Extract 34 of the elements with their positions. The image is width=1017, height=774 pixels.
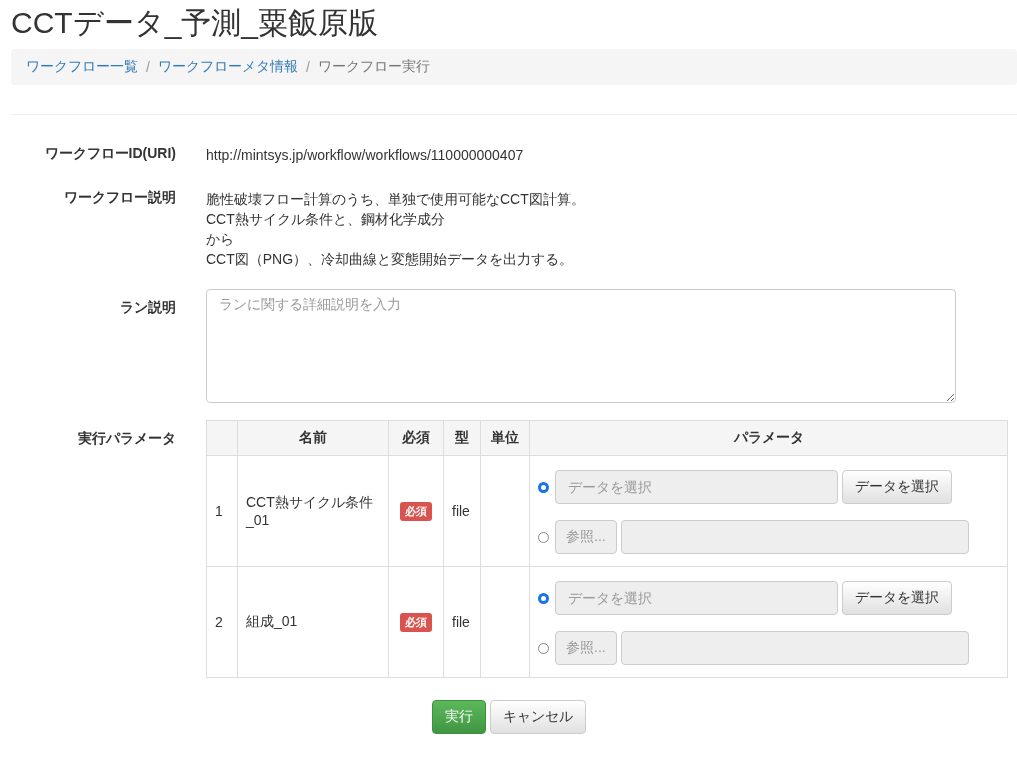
radio-button[interactable] (538, 481, 549, 493)
required-badge: 必須 (400, 501, 432, 521)
browse-button[interactable]: 参照... (555, 520, 617, 554)
run-button[interactable]: 実行 (432, 700, 486, 734)
table-cell: file (443, 566, 481, 678)
table-cell: CCT熱サイクル条件_01 (237, 455, 389, 567)
column-header: パラメータ (529, 420, 1008, 456)
description-text: 脆性破壊フロー計算のうち、単独で使用可能なCCT図計算。 CCT熱サイクル条件と、鋼材化学成分 から CCT図（PNG）、冷却曲線と変態開始データを出力する。 (206, 190, 585, 269)
workflow-id-text: http://mintsys.jp/workflow/workflows/110000000407 (206, 146, 524, 165)
table-cell: 1 (206, 455, 238, 567)
run-description-field[interactable]: ランに関する詳細説明を入力 (206, 289, 956, 403)
table-cell: 2 (206, 566, 238, 678)
required-badge: 必須 (400, 612, 432, 632)
column-header: 型 (443, 420, 481, 456)
field-label: ワークフローID(URI) (43, 144, 176, 163)
page-title: CCTデータ_予測_粟飯原版 (11, 5, 380, 41)
select-data-button[interactable]: データを選択 (842, 470, 952, 504)
select-data-button[interactable]: データを選択 (842, 581, 952, 615)
column-header: 名前 (237, 420, 389, 456)
breadcrumb-separator: / (146, 59, 150, 75)
field-label: ワークフロー説明 (63, 188, 176, 207)
table-cell: 組成_01 (237, 566, 389, 678)
radio-button[interactable] (538, 592, 549, 604)
breadcrumb-current: ワークフロー実行 (317, 58, 430, 76)
breadcrumb-separator: / (305, 59, 310, 75)
browse-button[interactable]: 参照... (555, 631, 617, 665)
column-header: 必須 (388, 420, 444, 456)
breadcrumb-link[interactable]: ワークフローメタ情報 (157, 58, 298, 76)
field-label: ラン説明 (119, 298, 176, 317)
field-label: 実行パラメータ (77, 429, 176, 448)
column-header: 単位 (480, 420, 530, 456)
breadcrumb-link[interactable]: ワークフロー一覧 (26, 58, 138, 76)
table-cell: file (443, 455, 481, 567)
cancel-button[interactable]: キャンセル (490, 700, 586, 734)
